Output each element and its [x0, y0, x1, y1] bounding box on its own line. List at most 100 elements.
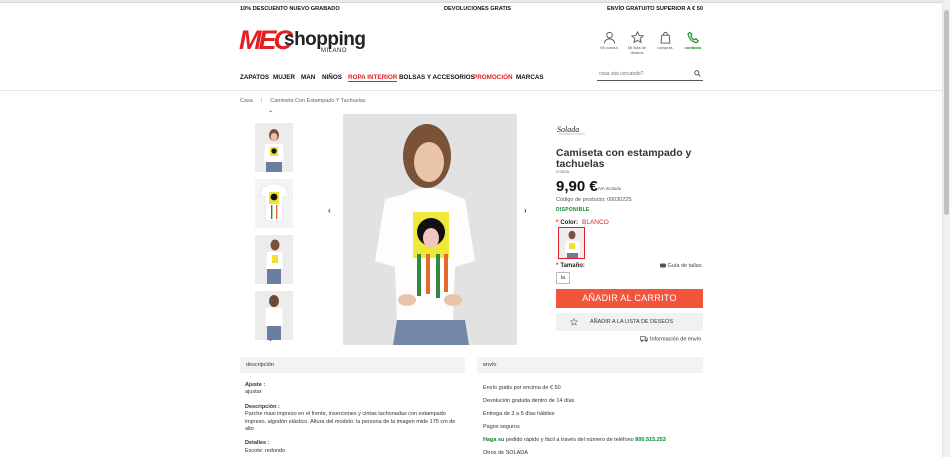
fit-value: ajustar	[245, 389, 262, 396]
model-photo	[343, 114, 517, 345]
add-to-wishlist-button[interactable]: AÑADIR A LA LISTA DE DESEOS	[556, 313, 703, 331]
nav-women[interactable]: MUJER	[273, 74, 295, 81]
color-swatch-white[interactable]	[558, 227, 585, 259]
search-box	[597, 68, 703, 81]
description-value: Parche maxi impreso en el frente, inserc…	[245, 411, 456, 433]
breadcrumb: Casa | Camiseta Con Estampado Y Tachuelas	[240, 98, 366, 104]
page-scrollbar[interactable]	[942, 0, 950, 457]
required-marker: *	[556, 220, 559, 226]
next-image-arrow-icon[interactable]: ›	[524, 206, 527, 215]
product-title: Camiseta con estampado y tachuelas	[556, 147, 692, 170]
size-row: * Tamaño:	[556, 263, 585, 269]
model-side-image	[255, 235, 293, 284]
phone-cta: Haga su	[483, 437, 505, 443]
page: 10% DESCUENTO NUEVO GRABADO DEVOLUCIONES…	[0, 0, 950, 457]
nav-underwear[interactable]: ROPA INTERIOR	[348, 74, 398, 82]
size-label: Tamaño:	[560, 263, 585, 269]
product-price: 9,90 €	[556, 178, 598, 195]
phone-text: pedido rápido y fácil a través del númer…	[505, 437, 634, 443]
site-logo[interactable]: MEC shopping MILANO	[239, 25, 369, 55]
wishlist-label: Mi lista de deseos	[627, 45, 646, 55]
promo-bar: 10% DESCUENTO NUEVO GRABADO DEVOLUCIONES…	[240, 6, 703, 16]
shipping-panel-header[interactable]: envío	[477, 357, 703, 373]
fit-label: Ajuste :	[245, 382, 266, 388]
color-label: Color:	[560, 220, 579, 226]
account-link[interactable]: Mi cuenta	[594, 31, 624, 51]
nav-promotion[interactable]: PROMOCIÓN	[473, 74, 513, 81]
size-guide-label: Guía de tallas	[667, 263, 702, 269]
thumbnail-4[interactable]	[255, 291, 293, 340]
star-icon	[570, 318, 578, 326]
contact-link[interactable]: contacto	[678, 31, 708, 51]
description-content: Ajuste : ajustar Descripción : Parche ma…	[245, 382, 463, 455]
cart-link[interactable]: compras	[650, 31, 680, 51]
details-value: Escote: redondo	[245, 447, 286, 454]
color-value: BLANCO	[582, 219, 609, 226]
add-to-cart-button[interactable]: AÑADIR AL CARRITO	[556, 289, 703, 308]
tshirt-image	[255, 179, 293, 228]
color-row: * Color: BLANCO	[556, 219, 609, 226]
size-option[interactable]: la	[556, 272, 570, 284]
thumbs-up-arrow-icon[interactable]: ⌃	[268, 110, 273, 117]
thumbs-down-arrow-icon[interactable]: ⌄	[268, 336, 273, 343]
iva-note: IVA incluido	[598, 186, 622, 191]
phone-icon	[686, 31, 699, 44]
swatch-image	[559, 228, 584, 258]
wishlist-link[interactable]: Mi lista de deseos	[622, 31, 652, 55]
breadcrumb-current: Camiseta Con Estampado Y Tachuelas	[270, 98, 366, 104]
details-label: Detalles :	[245, 440, 270, 447]
product-code: Código de producto: 00030225	[556, 197, 632, 203]
brand-logo-text: Solada	[557, 125, 579, 134]
shipping-line-payments: Pagos seguros	[483, 424, 520, 430]
thumbnail-1[interactable]	[255, 123, 293, 172]
cart-label: compras	[657, 45, 673, 50]
shipping-line-phone: Haga su pedido rápido y fácil a través d…	[483, 434, 703, 447]
truck-icon	[640, 336, 648, 342]
model-front-image	[255, 123, 293, 172]
shipping-content: Envío gratis por encima de € 50 Devoluci…	[483, 382, 703, 457]
header-divider	[0, 90, 942, 91]
breadcrumb-separator: |	[260, 98, 263, 104]
shipping-line-free: Envío gratis por encima de € 50	[483, 385, 561, 391]
shipping-info-label: Información de envío	[650, 336, 702, 343]
promo-discount: 10% DESCUENTO NUEVO GRABADO	[240, 6, 340, 12]
stock-status: DISPONIBLE	[556, 207, 590, 213]
promo-returns: DEVOLUCIONES GRATIS	[444, 6, 512, 12]
model-back-image	[255, 291, 293, 340]
nav-kids[interactable]: NIÑOS	[322, 74, 342, 81]
thumbnail-3[interactable]	[255, 235, 293, 284]
phone-number[interactable]: 800.515.253	[635, 437, 666, 443]
wishlist-button-label: AÑADIR A LA LISTA DE DESEOS	[590, 319, 674, 325]
nav-bags[interactable]: BOLSAS Y ACCESORIOS	[399, 74, 475, 81]
star-icon	[630, 31, 644, 44]
contact-label: contacto	[684, 45, 702, 50]
nav-brands[interactable]: MARCAS	[516, 74, 544, 81]
logo-mec: MEC	[239, 25, 293, 55]
shipping-line-returns: Devolución gratuita dentro de 14 días	[483, 398, 575, 404]
promo-free-shipping: ENVÍO GRATUITO SUPERIOR A € 50	[606, 6, 703, 12]
ruler-icon	[660, 263, 666, 268]
required-marker: *	[556, 263, 559, 269]
description-label: Descripción :	[245, 403, 280, 410]
brand-logo[interactable]: Solada	[556, 124, 588, 136]
thumbnail-2[interactable]	[255, 179, 293, 228]
nav-man[interactable]: MAN	[301, 74, 315, 81]
shipping-line-delivery: Entrega de 3 a 5 días hábiles	[483, 411, 555, 417]
user-icon	[603, 31, 615, 44]
main-product-image[interactable]	[343, 114, 517, 345]
shipping-info-link[interactable]: Información de envío	[640, 336, 701, 342]
size-guide-link[interactable]: Guía de tallas	[660, 263, 701, 269]
search-input[interactable]	[599, 71, 687, 77]
account-label: Mi cuenta	[600, 45, 618, 50]
search-icon[interactable]	[694, 70, 701, 77]
nav-shoes[interactable]: ZAPATOS	[240, 74, 269, 81]
shipping-line-more[interactable]: Otros de SOLADA	[483, 447, 703, 457]
browser-top-strip	[0, 0, 942, 3]
prev-image-arrow-icon[interactable]: ‹	[328, 206, 331, 215]
scrollbar-thumb[interactable]	[944, 10, 949, 215]
bag-icon	[660, 31, 670, 44]
logo-milano: MILANO	[321, 48, 348, 54]
description-panel-header[interactable]: descripción	[240, 357, 465, 373]
product-vendor[interactable]: solada	[556, 169, 569, 174]
breadcrumb-home[interactable]: Casa	[240, 98, 253, 104]
